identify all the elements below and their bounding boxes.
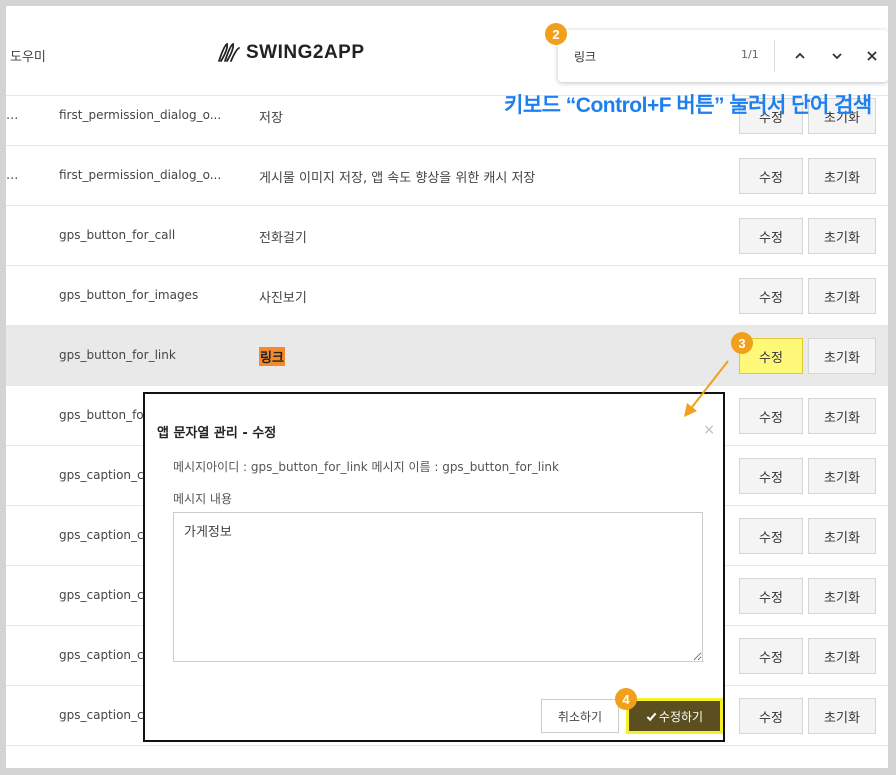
edit-string-modal: 앱 문자열 관리 - 수정 × 메시지아이디 : gps_button_for_… bbox=[143, 392, 725, 742]
step-badge-3: 3 bbox=[731, 332, 753, 354]
find-next-button[interactable] bbox=[825, 44, 849, 68]
message-id-cell: gps_caption_c bbox=[59, 528, 144, 542]
cancel-button[interactable]: 취소하기 bbox=[541, 699, 619, 733]
message-content-label: 메시지 내용 bbox=[173, 492, 233, 506]
message-name-cell: 게시물 이미지 저장, 앱 속도 향상을 위한 캐시 저장 bbox=[259, 171, 536, 186]
message-id-cell: gps_button_for_call bbox=[59, 228, 176, 242]
find-match-count: 1/1 bbox=[741, 48, 759, 61]
message-id-cell: gps_caption_c bbox=[59, 708, 144, 722]
message-id-cell: gps_button_for_images bbox=[59, 288, 199, 302]
reset-button[interactable]: 초기화 bbox=[808, 578, 876, 614]
save-button[interactable]: 수정하기 bbox=[626, 698, 723, 734]
edit-button[interactable]: 수정 bbox=[739, 578, 803, 614]
row-truncated-key: ... bbox=[6, 108, 19, 123]
modal-title: 앱 문자열 관리 - 수정 bbox=[157, 426, 277, 441]
message-id-cell: first_permission_dialog_o... bbox=[59, 168, 222, 182]
logo-swing-icon bbox=[218, 42, 240, 62]
find-input[interactable] bbox=[574, 45, 714, 67]
step-badge-4: 4 bbox=[615, 688, 637, 710]
screenshot-frame: ... first_permission_dialog_o... 저장 수정 초기화..… bbox=[6, 6, 888, 768]
edit-button[interactable]: 수정 bbox=[739, 158, 803, 194]
reset-button[interactable]: 초기화 bbox=[808, 698, 876, 734]
reset-button[interactable]: 초기화 bbox=[808, 398, 876, 434]
find-close-button[interactable] bbox=[860, 44, 884, 68]
message-name-cell: 저장 bbox=[259, 111, 283, 126]
message-id-cell: gps_caption_c bbox=[59, 468, 144, 482]
table-row: gps_button_for_link 링크 수정 초기화 3 bbox=[6, 326, 888, 386]
row-truncated-key: ... bbox=[6, 168, 19, 183]
message-id-cell: gps_button_for_link bbox=[59, 348, 176, 362]
reset-button[interactable]: 초기화 bbox=[808, 338, 876, 374]
edit-button[interactable]: 수정 bbox=[739, 218, 803, 254]
find-divider bbox=[774, 40, 775, 72]
message-name-cell: 링크 bbox=[259, 347, 285, 366]
reset-button[interactable]: 초기화 bbox=[808, 458, 876, 494]
checkmark-icon bbox=[646, 712, 657, 721]
edit-button[interactable]: 수정 bbox=[739, 398, 803, 434]
message-id-cell: gps_button_fo bbox=[59, 408, 144, 422]
edit-button[interactable]: 수정 bbox=[739, 278, 803, 314]
modal-message-info: 메시지아이디 : gps_button_for_link 메시지 이름 : gp… bbox=[173, 460, 559, 474]
close-icon[interactable]: × bbox=[703, 422, 715, 438]
edit-button[interactable]: 수정 bbox=[739, 518, 803, 554]
message-name-cell: 사진보기 bbox=[259, 291, 307, 306]
edit-button[interactable]: 수정 bbox=[739, 638, 803, 674]
chevron-up-icon bbox=[795, 52, 805, 59]
table-row: ... first_permission_dialog_o... 게시물 이미지 저… bbox=[6, 146, 888, 206]
logo[interactable]: SWING2APP bbox=[216, 42, 365, 64]
reset-button[interactable]: 초기화 bbox=[808, 158, 876, 194]
message-id-cell: gps_caption_c bbox=[59, 588, 144, 602]
find-bar: 1/1 bbox=[558, 30, 888, 82]
reset-button[interactable]: 초기화 bbox=[808, 278, 876, 314]
instruction-annotation: 키보드 “Control+F 버튼” 눌러서 단어 검색 bbox=[504, 94, 872, 117]
reset-button[interactable]: 초기화 bbox=[808, 218, 876, 254]
help-link[interactable]: 도우미 bbox=[10, 46, 46, 65]
reset-button[interactable]: 초기화 bbox=[808, 638, 876, 674]
logo-text: SWING2APP bbox=[246, 42, 365, 63]
message-id-cell: gps_caption_c bbox=[59, 648, 144, 662]
find-previous-button[interactable] bbox=[788, 44, 812, 68]
reset-button[interactable]: 초기화 bbox=[808, 518, 876, 554]
message-content-textarea[interactable]: 가게정보 bbox=[173, 512, 703, 662]
edit-button[interactable]: 수정 bbox=[739, 698, 803, 734]
message-name-cell: 전화걸기 bbox=[259, 231, 307, 246]
edit-button[interactable]: 수정 bbox=[739, 458, 803, 494]
table-row: gps_button_for_call 전화걸기 수정 초기화 bbox=[6, 206, 888, 266]
close-icon bbox=[867, 51, 877, 61]
message-id-cell: first_permission_dialog_o... bbox=[59, 108, 222, 122]
table-row: gps_button_for_images 사진보기 수정 초기화 bbox=[6, 266, 888, 326]
chevron-down-icon bbox=[832, 53, 842, 60]
step-badge-2: 2 bbox=[545, 23, 567, 45]
save-button-label: 수정하기 bbox=[658, 709, 704, 724]
